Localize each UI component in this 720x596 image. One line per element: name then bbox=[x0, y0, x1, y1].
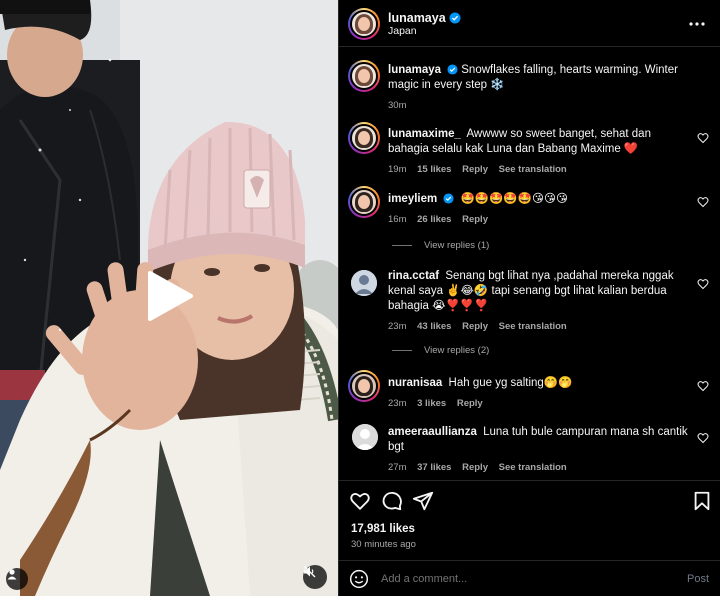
play-icon bbox=[148, 271, 193, 321]
mute-button[interactable] bbox=[303, 565, 327, 589]
view-replies-button[interactable]: View replies (1) bbox=[392, 240, 489, 251]
caption-time: 30m bbox=[388, 100, 407, 111]
play-button[interactable] bbox=[146, 270, 194, 322]
comment-time: 27m bbox=[388, 462, 407, 473]
comment-username[interactable]: nuranisaa bbox=[388, 377, 442, 389]
post-header: lunamaya Japan bbox=[339, 0, 720, 47]
see-translation-button[interactable]: See translation bbox=[499, 462, 567, 473]
comment-composer: Post bbox=[339, 560, 720, 596]
comment-username[interactable]: ameeraaullianza bbox=[388, 426, 477, 438]
comment-like-heart-icon[interactable] bbox=[697, 380, 709, 392]
comment-avatar[interactable] bbox=[348, 122, 380, 154]
see-translation-button[interactable]: See translation bbox=[499, 164, 567, 175]
reply-button[interactable]: Reply bbox=[462, 462, 488, 473]
author-avatar[interactable] bbox=[348, 8, 380, 40]
post-comment-button[interactable]: Post bbox=[687, 573, 709, 585]
comment-avatar[interactable] bbox=[352, 424, 378, 450]
author-username[interactable]: lunamaya bbox=[388, 11, 446, 25]
comment-time: 16m bbox=[388, 214, 407, 225]
likes-count[interactable]: 17,981 likes bbox=[351, 523, 415, 535]
post-timestamp[interactable]: 30 minutes ago bbox=[351, 539, 416, 550]
comments-list[interactable]: lunamaya Snowflakes falling, hearts warm… bbox=[339, 48, 720, 480]
comment-icon[interactable] bbox=[381, 490, 403, 512]
user-icon bbox=[7, 569, 17, 580]
emoji-icon[interactable] bbox=[349, 569, 369, 589]
comment-time: 19m bbox=[388, 164, 407, 175]
view-replies-label: View replies (1) bbox=[424, 240, 490, 251]
comment-input[interactable] bbox=[381, 569, 671, 589]
comment-like-heart-icon[interactable] bbox=[697, 196, 709, 208]
heart-icon[interactable] bbox=[349, 490, 371, 512]
comment-like-heart-icon[interactable] bbox=[697, 132, 709, 144]
view-replies-button[interactable]: View replies (2) bbox=[392, 345, 489, 356]
caption-username[interactable]: lunamaya bbox=[388, 64, 441, 76]
reply-button[interactable]: Reply bbox=[462, 214, 488, 225]
comment-likes[interactable]: 43 likes bbox=[417, 321, 451, 332]
verified-badge-icon bbox=[449, 12, 461, 24]
comment-avatar[interactable] bbox=[348, 370, 380, 402]
caption-avatar[interactable] bbox=[348, 60, 380, 92]
comment-time: 23m bbox=[388, 321, 407, 332]
comment-avatar[interactable] bbox=[351, 270, 377, 296]
comment-avatar[interactable] bbox=[348, 186, 380, 218]
comment-text: 🤩🤩🤩🤩🤩😘😘😘 bbox=[460, 193, 568, 205]
comment-text: Hah gue yg salting🤭🤭 bbox=[448, 377, 573, 389]
comment-username[interactable]: rina.cctaf bbox=[388, 270, 439, 282]
comment-likes[interactable]: 26 likes bbox=[417, 214, 451, 225]
reply-button[interactable]: Reply bbox=[462, 164, 488, 175]
post-location[interactable]: Japan bbox=[388, 25, 417, 37]
comment-likes[interactable]: 37 likes bbox=[417, 462, 451, 473]
comment-likes[interactable]: 15 likes bbox=[417, 164, 451, 175]
share-icon[interactable] bbox=[412, 490, 434, 512]
post-panel: lunamaya Japan lunamaya Snowflakes falli… bbox=[338, 0, 720, 596]
comment-time: 23m bbox=[388, 398, 407, 409]
more-horizontal-icon[interactable] bbox=[687, 14, 707, 34]
comment-likes[interactable]: 3 likes bbox=[417, 398, 446, 409]
view-replies-label: View replies (2) bbox=[424, 345, 490, 356]
reply-button[interactable]: Reply bbox=[462, 321, 488, 332]
comment-like-heart-icon[interactable] bbox=[697, 432, 709, 444]
comment-username[interactable]: lunamaxime_ bbox=[388, 128, 461, 140]
mute-icon bbox=[303, 565, 316, 578]
verified-badge-icon bbox=[443, 193, 454, 204]
comment-like-heart-icon[interactable] bbox=[697, 278, 709, 290]
post-video[interactable] bbox=[0, 0, 338, 596]
post-actions: 17,981 likes 30 minutes ago bbox=[339, 480, 720, 558]
comment-username[interactable]: imeyliem bbox=[388, 193, 437, 205]
reply-button[interactable]: Reply bbox=[457, 398, 483, 409]
tagged-users-button[interactable] bbox=[6, 568, 28, 590]
see-translation-button[interactable]: See translation bbox=[499, 321, 567, 332]
bookmark-icon[interactable] bbox=[691, 490, 713, 512]
verified-badge-icon bbox=[447, 64, 458, 75]
